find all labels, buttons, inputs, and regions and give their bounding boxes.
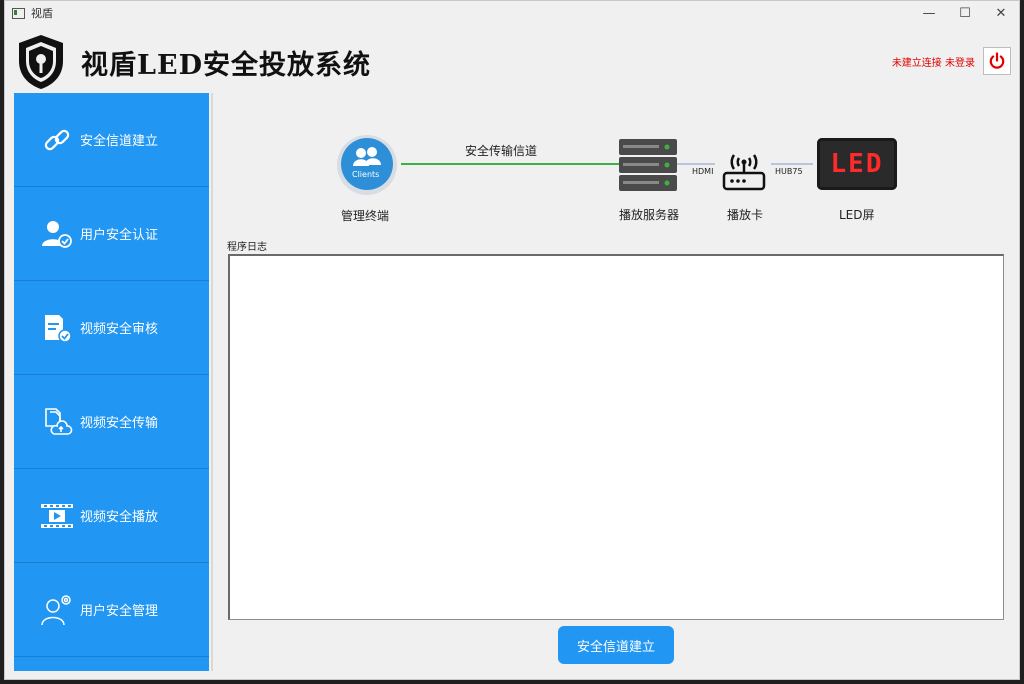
sidebar-item-label: 用户安全管理	[80, 604, 159, 619]
document-check-icon	[40, 311, 74, 345]
client-label: 管理终端	[341, 209, 390, 223]
channel-label: 安全传输信道	[465, 144, 538, 158]
minimize-button[interactable]: —	[911, 1, 947, 25]
sidebar-item-video-review[interactable]: 视频安全审核	[14, 281, 209, 375]
video-play-icon	[40, 499, 74, 533]
sidebar: 安全信道建立 用户安全认证 视频安全审核 视频安全传输 视频安全播放 用户安全管…	[14, 93, 209, 671]
app-icon	[12, 7, 25, 19]
sidebar-item-secure-channel[interactable]: 安全信道建立	[14, 93, 209, 187]
sidebar-item-label: 视频安全审核	[80, 322, 159, 337]
sidebar-item-video-transfer[interactable]: 视频安全传输	[14, 375, 209, 469]
link-icon	[40, 123, 74, 157]
power-button[interactable]	[983, 47, 1011, 75]
hdmi-label: HDMI	[692, 167, 714, 176]
sidebar-item-label: 用户安全认证	[80, 228, 159, 243]
hub-label: HUB75	[775, 167, 803, 176]
clients-icon	[337, 135, 397, 195]
shield-logo-icon	[19, 35, 63, 89]
sidebar-item-user-manage[interactable]: 用户安全管理	[14, 563, 209, 657]
log-textarea[interactable]	[228, 254, 1004, 620]
connection-diagram: Clients 管理终端 安全传输信道 播放服务器 HDMI 播放卡 HUB75…	[215, 121, 1015, 231]
sidebar-item-label: 视频安全播放	[80, 510, 159, 525]
user-verified-icon	[40, 217, 74, 251]
app-title: 视盾LED安全投放系统	[81, 50, 371, 81]
card-label: 播放卡	[727, 208, 764, 222]
maximize-button[interactable]: ☐	[947, 1, 983, 25]
secure-channel-button[interactable]: 安全信道建立	[558, 626, 674, 664]
sidebar-item-user-auth[interactable]: 用户安全认证	[14, 187, 209, 281]
router-icon	[722, 154, 766, 191]
led-label: LED屏	[839, 208, 875, 222]
sidebar-item-label: 安全信道建立	[80, 134, 159, 149]
close-button[interactable]: ✕	[983, 1, 1019, 25]
sidebar-item-label: 视频安全传输	[80, 416, 159, 431]
server-icon	[619, 139, 677, 191]
file-upload-cloud-icon	[40, 405, 74, 439]
sidebar-divider	[211, 93, 213, 671]
server-label: 播放服务器	[619, 208, 680, 222]
user-settings-icon	[40, 593, 74, 627]
sidebar-item-video-play[interactable]: 视频安全播放	[14, 469, 209, 563]
led-screen-icon: LED	[817, 138, 897, 190]
power-icon	[989, 52, 1005, 69]
app-header: 视盾LED安全投放系统 未建立连接 未登录	[5, 29, 1019, 91]
title-bar: 视盾 — ☐ ✕	[5, 1, 1019, 25]
window-controls: — ☐ ✕	[911, 1, 1019, 25]
led-screen-text: LED	[830, 149, 884, 179]
log-label: 程序日志	[227, 242, 267, 253]
connection-status: 未建立连接 未登录	[891, 58, 975, 69]
app-window: 视盾 — ☐ ✕ 视盾LED安全投放系统 未建立连接 未登录 安全信道建立 用户…	[4, 0, 1020, 680]
window-title: 视盾	[31, 7, 53, 20]
clients-icon-text: Clients	[352, 170, 380, 179]
